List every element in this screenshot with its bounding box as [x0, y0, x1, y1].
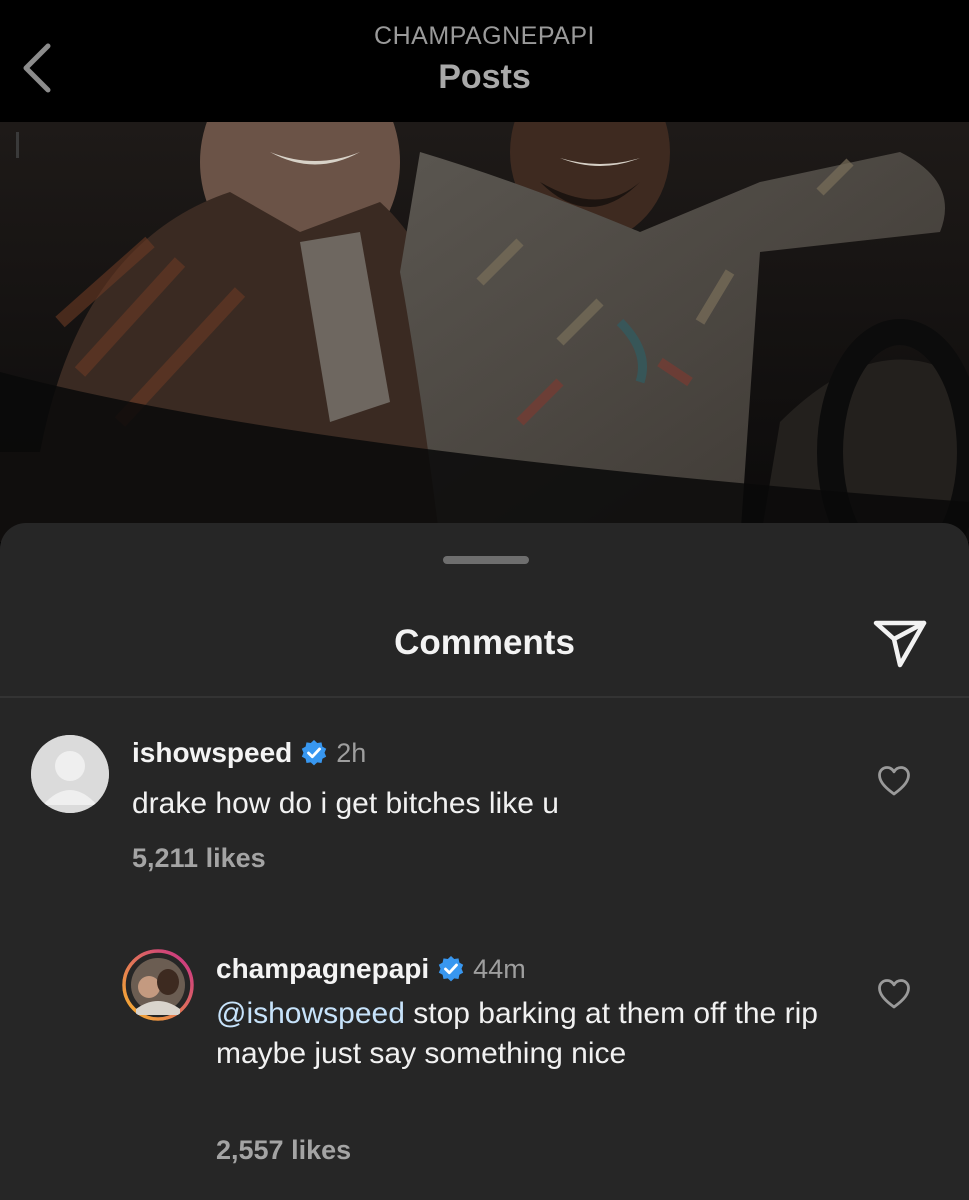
default-avatar-icon — [31, 735, 109, 813]
divider — [0, 696, 969, 698]
post-image — [0, 122, 969, 542]
comment-username[interactable]: champagnepapi — [216, 953, 429, 985]
avatar[interactable] — [31, 735, 109, 813]
avatar-story-ring[interactable] — [122, 949, 194, 1021]
comment-text: @ishowspeed stop barking at them off the… — [216, 994, 836, 1074]
verified-badge-icon — [302, 740, 327, 766]
comment-header: champagnepapi 44m — [216, 953, 526, 985]
mention-link[interactable]: @ishowspeed — [216, 997, 405, 1030]
comment-header: ishowspeed 2h — [132, 737, 366, 769]
heart-outline-icon — [878, 979, 910, 1009]
paper-plane-icon — [873, 620, 927, 668]
comments-sheet: Comments ishowspeed 2h drake how do i ge… — [0, 523, 969, 1200]
profile-avatar — [122, 949, 194, 1021]
like-button[interactable] — [877, 978, 911, 1010]
comment-time: 2h — [336, 737, 367, 768]
top-bar: CHAMPAGNEPAPI Posts — [0, 0, 969, 122]
comment-time: 44m — [473, 953, 526, 984]
heart-outline-icon — [878, 766, 910, 796]
like-button[interactable] — [877, 765, 911, 797]
comment-likes[interactable]: 5,211 likes — [132, 843, 266, 874]
verified-badge-icon — [438, 956, 464, 982]
page-title: Posts — [438, 58, 531, 96]
share-button[interactable] — [870, 615, 930, 671]
comment-username[interactable]: ishowspeed — [132, 737, 292, 769]
drag-handle[interactable] — [443, 556, 529, 564]
account-name: CHAMPAGNEPAPI — [374, 22, 595, 50]
sheet-title: Comments — [394, 623, 575, 662]
comment-text: drake how do i get bitches like u — [132, 787, 559, 820]
post-photo[interactable] — [0, 122, 969, 542]
comment-likes[interactable]: 2,557 likes — [216, 1135, 351, 1166]
